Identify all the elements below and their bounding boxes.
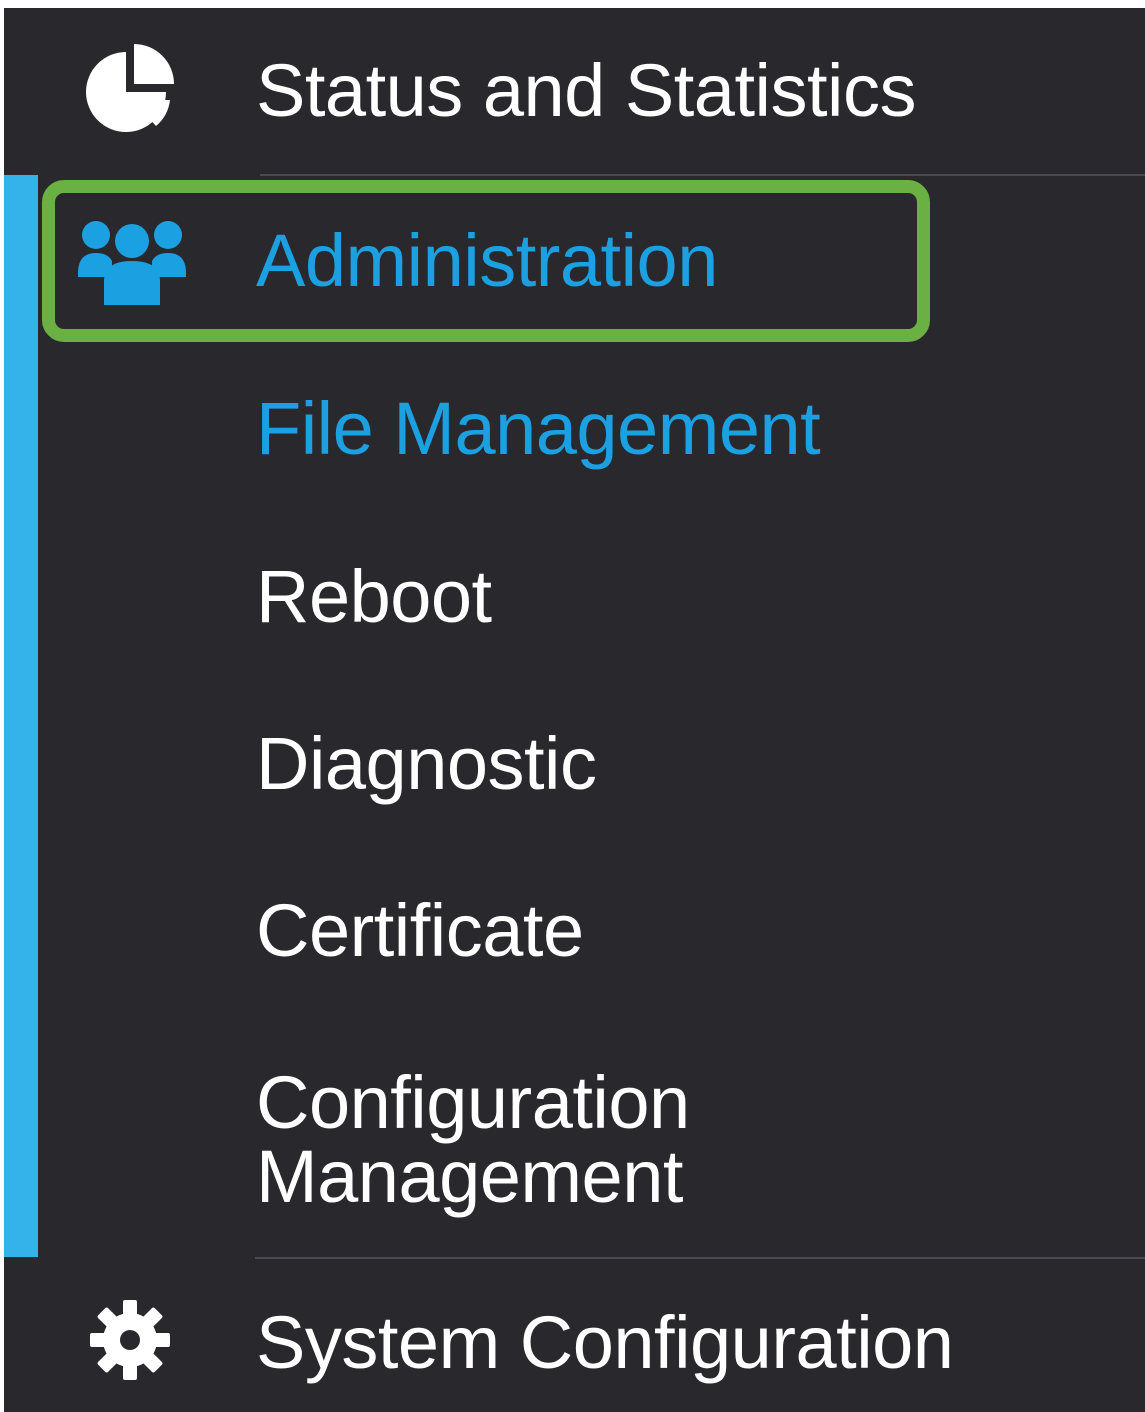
subnav-item-diagnostic[interactable]: Diagnostic bbox=[256, 727, 597, 801]
subnav-item-configuration-management[interactable]: Configuration Management bbox=[256, 1066, 856, 1214]
active-section-bar bbox=[4, 175, 38, 1257]
divider-bottom bbox=[255, 1257, 1145, 1259]
subnav-item-certificate[interactable]: Certificate bbox=[256, 894, 584, 968]
nav-item-label: System Configuration bbox=[256, 1301, 954, 1384]
subnav-item-reboot[interactable]: Reboot bbox=[256, 560, 492, 634]
pie-chart-icon bbox=[86, 44, 174, 132]
highlight-annotation bbox=[42, 180, 930, 342]
nav-item-label: Status and Statistics bbox=[256, 49, 916, 132]
gear-icon bbox=[90, 1300, 170, 1380]
subnav-item-file-management[interactable]: File Management bbox=[256, 392, 821, 466]
divider-top bbox=[260, 174, 1145, 176]
